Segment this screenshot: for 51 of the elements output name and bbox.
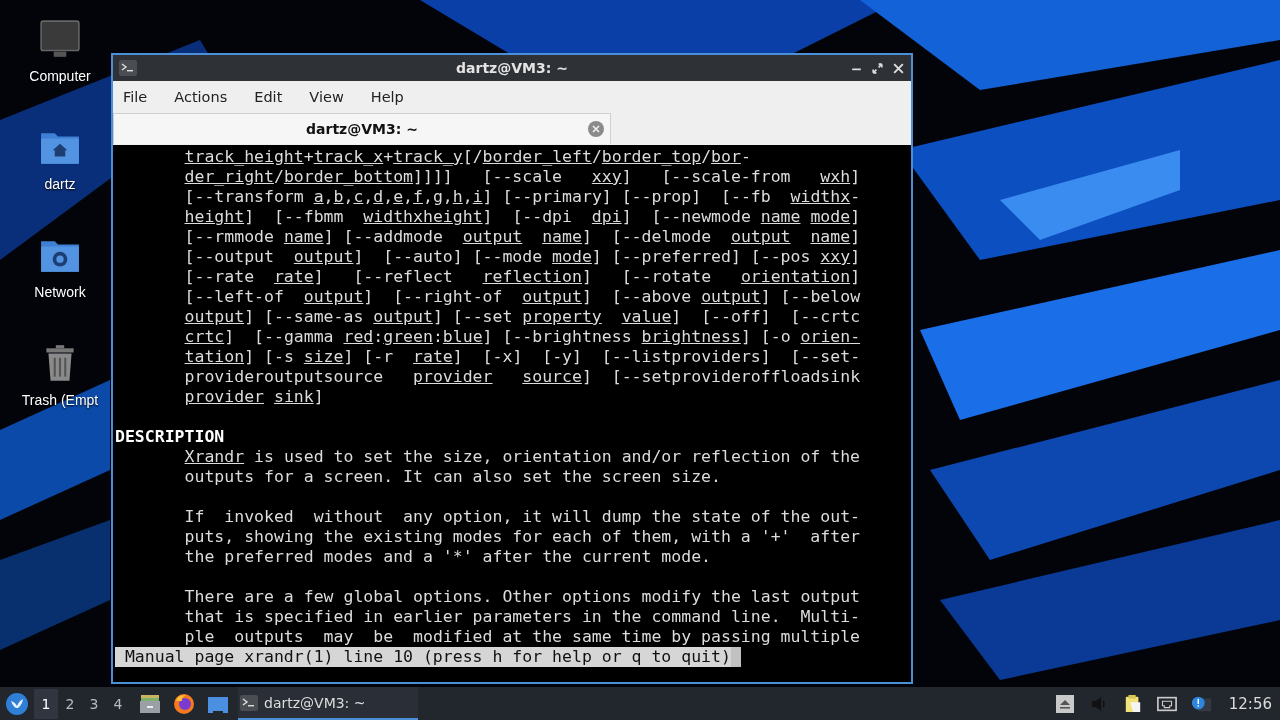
terminal-tab[interactable]: dartz@VM3: ~ (113, 113, 611, 144)
close-icon[interactable] (892, 61, 905, 75)
network-port-icon[interactable] (1156, 694, 1177, 713)
terminal-line: crtc] [--gamma red:green:blue] [--brightness brightness] [-o orien- (184, 327, 861, 346)
terminal-line: der_right/border_bottom]]]] [--scale xxy] [--scale-from wxh] (184, 167, 861, 186)
workspace-button[interactable]: 2 (58, 688, 82, 719)
terminal-line: output] [--same-as output] [--set property value] [--off] [--crtc (184, 307, 861, 326)
browser-icon[interactable] (173, 692, 195, 715)
terminal-icon (240, 694, 258, 711)
terminal-line: There are a few global options. Other options modify the last output (184, 587, 861, 606)
notification-icon[interactable] (1190, 694, 1211, 713)
terminal-line: [--rmmode name] [--addmode output name] [--delmode output name] (184, 227, 861, 246)
terminal-line: [--transform a,b,c,d,e,f,g,h,i] [--primary] [--prop] [--fb widthx- (184, 187, 861, 206)
window-title: dartz@VM3: ~ (456, 60, 568, 76)
terminal-icon (119, 60, 137, 76)
text-cursor (730, 647, 741, 667)
taskbar-task[interactable]: dartz@VM3: ~ (238, 687, 418, 720)
desktop-icon-label[interactable]: Network (34, 284, 86, 300)
terminal-line: tation] [-s size] [-r rate] [-x] [-y] [--listproviders] [--set- (184, 347, 861, 366)
menu-item[interactable]: File (123, 89, 148, 105)
menu-item[interactable]: View (309, 89, 344, 105)
terminal-line: provider sink] (184, 387, 324, 406)
terminal-line: the preferred modes and a '*' after the current mode. (184, 547, 712, 566)
workspace-button[interactable]: 4 (106, 688, 130, 719)
monitor-icon[interactable] (39, 18, 81, 60)
terminal-line: If invoked without any option, it will dump the state of the out- (184, 507, 861, 526)
close-tab-icon[interactable] (588, 121, 604, 137)
workspace-button[interactable]: 3 (82, 688, 106, 719)
clock[interactable]: 12:56 (1228, 694, 1272, 713)
desktop-icon-label[interactable]: Trash (Empt (21, 392, 99, 408)
terminal-line: [--left-of output] [--right-of output] [--above output] [--below (184, 287, 861, 306)
section-heading: DESCRIPTION (115, 427, 225, 446)
maximize-icon[interactable] (871, 61, 884, 75)
terminal-line: Xrandr is used to set the size, orientation and/or reflection of the (184, 447, 861, 466)
terminal-line: outputs for a screen. It can also set the screen size. (184, 467, 721, 486)
desktop-icon-label[interactable]: dartz (44, 176, 76, 192)
terminal-line: height] [--fbmm widthxheight] [--dpi dpi] [--newmode name mode] (184, 207, 861, 226)
terminal-line: that is specified in earlier parameters in the command line. Multi- (184, 607, 861, 626)
terminal-line: provideroutputsource provider source] [--setprovideroffloadsink (184, 367, 861, 386)
file-cabinet-icon[interactable] (139, 692, 161, 715)
workspace-button[interactable]: 1 (34, 688, 58, 719)
eject-icon[interactable] (1054, 694, 1075, 713)
menu-item[interactable]: Actions (174, 89, 228, 105)
terminal-line: [--rate rate] [--reflect reflection] [--rotate orientation] (184, 267, 861, 286)
desktop-icon-label[interactable]: Computer (29, 68, 91, 84)
menu-item[interactable]: Edit (254, 89, 283, 105)
terminal-line: puts, showing the existing modes for each of them, with a '+' after (184, 527, 861, 546)
menu-item[interactable]: Help (370, 89, 404, 105)
terminal-line: ple outputs may be modified at the same time by passing multiple (184, 627, 861, 646)
terminal-line: track_height+track_x+track_y[/border_left/border_top/bor- (184, 147, 751, 166)
terminal-line: [--output output] [--auto] [--mode mode] [--preferred] [--pos xxy] (184, 247, 861, 266)
